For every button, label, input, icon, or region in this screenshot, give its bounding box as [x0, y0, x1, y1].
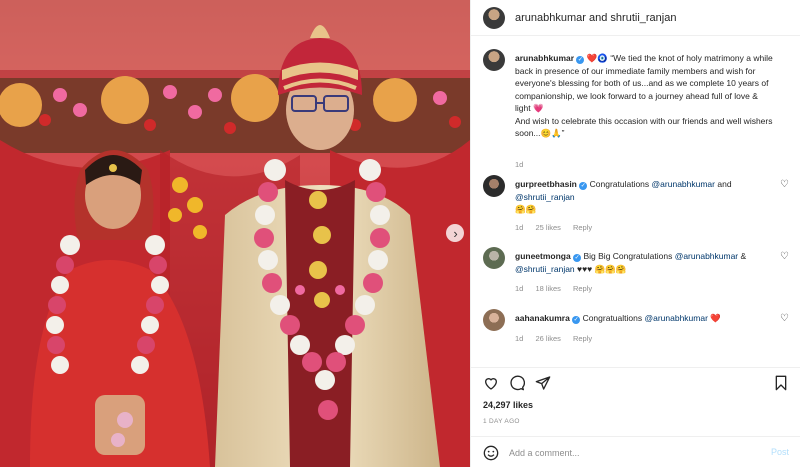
verified-icon: ✓ — [579, 182, 588, 190]
caption-time: 1d — [515, 160, 524, 169]
comment-likes[interactable]: 18 likes — [535, 284, 560, 293]
comment-emojis: 🤗🤗 — [515, 204, 537, 214]
author-link[interactable]: arunabhkumar — [515, 12, 586, 24]
share-icon[interactable] — [535, 375, 551, 391]
post-button[interactable]: Post — [771, 447, 789, 457]
comment-time: 1d — [515, 284, 524, 293]
comment-conjunction: & — [738, 251, 747, 261]
mention-link[interactable]: @arunabhkumar — [644, 313, 707, 323]
comment-text: gurpreetbhasin ✓ Congratulations @arunab… — [515, 178, 775, 216]
comment-likes[interactable]: 26 likes — [535, 334, 560, 343]
post-actions — [471, 367, 800, 395]
like-comment-heart-icon[interactable]: ♡ — [780, 179, 789, 190]
mention-link[interactable]: @arunabhkumar — [652, 179, 715, 189]
comment-likes[interactable]: 25 likes — [535, 223, 560, 232]
avatar[interactable] — [483, 309, 505, 331]
comment-time: 1d — [515, 223, 524, 232]
comment-emojis: ♥♥♥ 🤗🤗🤗 — [574, 263, 627, 274]
comment-username[interactable]: aahanakumra — [515, 313, 570, 323]
post-header: arunabhkumar and shrutii_ranjan — [471, 0, 800, 36]
verified-icon: ✓ — [576, 56, 585, 64]
comment-username[interactable]: gurpreetbhasin — [515, 179, 577, 189]
avatar[interactable] — [483, 49, 505, 71]
caption-body-2: And wish to celebrate this occasion with… — [515, 115, 773, 139]
like-comment-heart-icon[interactable]: ♡ — [780, 313, 789, 324]
post-side-panel: arunabhkumar and shrutii_ranjan arunabhk… — [470, 0, 800, 467]
authors-conjunction: and — [589, 11, 608, 24]
mention-link[interactable]: @shrutii_ranjan — [515, 192, 575, 202]
reply-button[interactable]: Reply — [573, 223, 592, 232]
likes-count[interactable]: 24,297 likes — [483, 400, 533, 410]
post-timestamp: 1 DAY AGO — [483, 418, 520, 425]
reply-button[interactable]: Reply — [573, 334, 592, 343]
post-authors: arunabhkumar and shrutii_ranjan — [515, 12, 676, 24]
like-comment-heart-icon[interactable]: ♡ — [780, 251, 789, 262]
comment-emojis: ❤️ — [707, 313, 721, 323]
comment-meta: 1d 25 likes Reply — [515, 223, 602, 232]
caption-meta: 1d — [515, 160, 533, 169]
wedding-photo-image — [0, 0, 470, 467]
comment-username[interactable]: guneetmonga — [515, 251, 571, 261]
avatar[interactable] — [483, 6, 505, 29]
caption: arunabhkumar ✓ ❤️🧿 “We tied the knot of … — [483, 49, 793, 169]
comment-text: guneetmonga ✓ Big Big Congratulations @a… — [515, 250, 775, 275]
comment-meta: 1d 18 likes Reply — [515, 284, 602, 293]
emoji-icon[interactable] — [483, 445, 499, 461]
avatar[interactable] — [483, 175, 505, 197]
heart-icon[interactable] — [483, 375, 499, 391]
avatar[interactable] — [483, 247, 505, 269]
comment-conjunction: and — [715, 179, 732, 189]
caption-username[interactable]: arunabhkumar — [515, 53, 574, 63]
comment-body: Congratualtions — [582, 313, 643, 323]
caption-emojis: ❤️🧿 — [586, 53, 608, 63]
comment-body: Congratulations — [589, 179, 650, 189]
comments-list[interactable]: arunabhkumar ✓ ❤️🧿 “We tied the knot of … — [471, 37, 800, 367]
comment-meta: 1d 26 likes Reply — [515, 334, 602, 343]
comment-time: 1d — [515, 334, 524, 343]
add-comment-input[interactable] — [509, 446, 749, 460]
mention-link[interactable]: @shrutii_ranjan — [515, 264, 575, 274]
comment: guneetmonga ✓ Big Big Congratulations @a… — [483, 247, 793, 297]
post-photo[interactable]: › — [0, 0, 470, 467]
verified-icon: ✓ — [572, 316, 581, 324]
add-comment-bar: Post — [471, 436, 800, 467]
comment: gurpreetbhasin ✓ Congratulations @arunab… — [483, 175, 793, 235]
bookmark-icon[interactable] — [773, 375, 789, 391]
next-photo-button[interactable]: › — [446, 224, 464, 242]
chevron-right-icon: › — [453, 225, 458, 241]
comment: aahanakumra ✓ Congratualtions @arunabhku… — [483, 309, 793, 349]
comment-icon[interactable] — [509, 375, 525, 391]
caption-text: arunabhkumar ✓ ❤️🧿 “We tied the knot of … — [515, 52, 775, 140]
comment-body: Big Big Congratulations — [583, 251, 673, 261]
comment-text: aahanakumra ✓ Congratualtions @arunabhku… — [515, 312, 775, 325]
reply-button[interactable]: Reply — [573, 284, 592, 293]
coauthor-link[interactable]: shrutii_ranjan — [610, 12, 676, 24]
mention-link[interactable]: @arunabhkumar — [675, 251, 738, 261]
verified-icon: ✓ — [573, 254, 582, 262]
